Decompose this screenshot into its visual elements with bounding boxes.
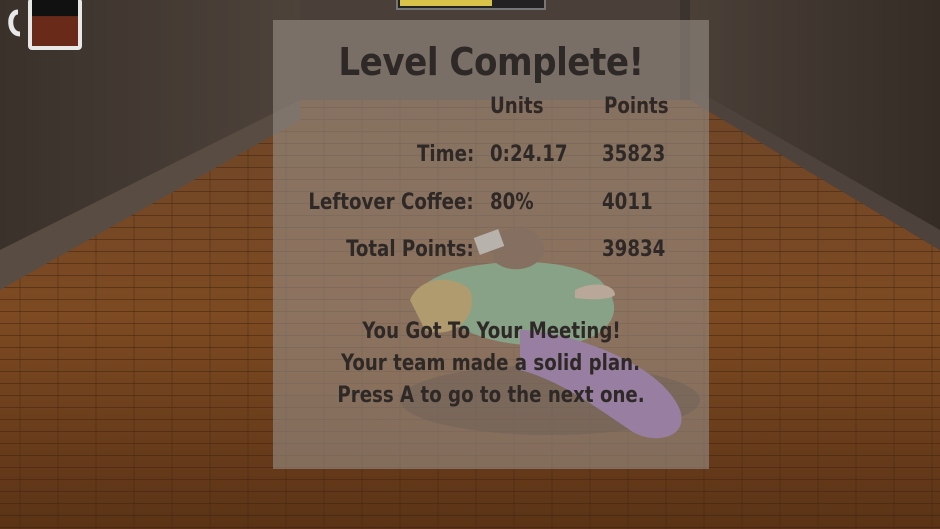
coffee-mug-icon bbox=[8, 0, 82, 50]
level-progress-bar bbox=[396, 0, 546, 10]
time-points: 35823 bbox=[602, 142, 666, 167]
leftover-coffee-label: Leftover Coffee: bbox=[308, 190, 474, 215]
level-progress-fill bbox=[400, 0, 493, 6]
leftover-coffee-units: 80% bbox=[490, 190, 534, 215]
time-label: Time: bbox=[416, 142, 474, 167]
time-units: 0:24.17 bbox=[490, 142, 568, 167]
units-header: Units bbox=[490, 94, 544, 119]
points-header: Points bbox=[604, 94, 669, 119]
panel-title: Level Complete! bbox=[338, 40, 644, 84]
message-line-1: You Got To Your Meeting! bbox=[361, 319, 621, 344]
coffee-level-fill bbox=[32, 16, 78, 46]
total-points-value: 39834 bbox=[602, 237, 666, 262]
message-line-2: Your team made a solid plan. bbox=[341, 351, 641, 376]
leftover-coffee-points: 4011 bbox=[602, 190, 653, 215]
total-points-label: Total Points: bbox=[346, 237, 474, 262]
message-line-3: Press A to go to the next one. bbox=[337, 383, 645, 408]
